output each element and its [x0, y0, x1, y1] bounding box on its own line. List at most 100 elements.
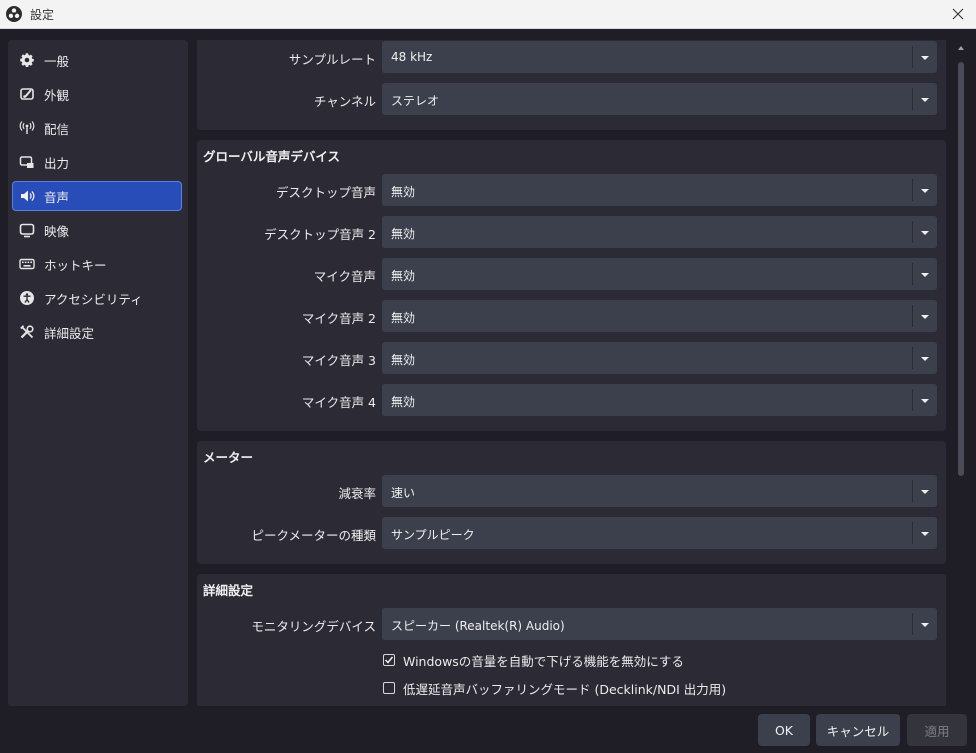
settings-window: 設定 一般 外観 配信 出力 音声 映像 ホットキー アクセシビリティ 詳細設定…: [0, 0, 976, 753]
chevron-down-icon: [921, 231, 929, 235]
sidebar-item-audio[interactable]: 音声: [12, 181, 182, 211]
desktop-audio-label: デスクトップ音声: [275, 185, 376, 200]
decay-rate-label: 減衰率: [338, 486, 376, 501]
sidebar-item-video[interactable]: 映像: [12, 215, 182, 245]
desktop-audio-2-row: デスクトップ音声 2 無効: [197, 216, 946, 248]
keyboard-icon: [18, 255, 36, 273]
chevron-down-icon: [921, 189, 929, 193]
chevron-down-icon: [921, 623, 929, 627]
accessibility-icon: [18, 289, 36, 307]
window-title: 設定: [30, 8, 55, 22]
sidebar-item-output[interactable]: 出力: [12, 147, 182, 177]
tools-icon: [18, 323, 36, 341]
obs-logo-icon: [6, 6, 22, 22]
mic-audio-4-label: マイク音声 4: [301, 395, 376, 410]
output-icon: [18, 153, 36, 171]
chevron-down-icon: [921, 357, 929, 361]
close-window-button[interactable]: [946, 2, 970, 26]
monitoring-device-dropdown[interactable]: スピーカー (Realtek(R) Audio): [382, 608, 937, 640]
mic-audio-3-dropdown[interactable]: 無効: [382, 342, 937, 374]
mic-audio-2-label: マイク音声 2: [301, 311, 376, 326]
sidebar-item-appearance[interactable]: 外観: [12, 79, 182, 109]
settings-sidebar: 一般 外観 配信 出力 音声 映像 ホットキー アクセシビリティ 詳細設定: [8, 40, 188, 706]
low-latency-checkbox-row[interactable]: 低遅延音声バッファリングモード (Decklink/NDI 出力用): [383, 679, 726, 697]
ok-button[interactable]: OK: [758, 714, 810, 746]
mic-audio-3-row: マイク音声 3 無効: [197, 342, 946, 374]
mic-audio-value: 無効: [391, 269, 416, 283]
cancel-button[interactable]: キャンセル: [816, 714, 900, 746]
mic-audio-3-value: 無効: [391, 353, 416, 367]
meters-panel: メーター 減衰率 速い ピークメーターの種類 サンプルピーク: [197, 441, 946, 564]
sidebar-item-hotkeys[interactable]: ホットキー: [12, 249, 182, 279]
low-latency-checkbox[interactable]: [383, 682, 395, 694]
low-latency-label: 低遅延音声バッファリングモード (Decklink/NDI 出力用): [403, 681, 727, 697]
desktop-audio-2-dropdown[interactable]: 無効: [382, 216, 937, 248]
sidebar-item-label: 詳細設定: [44, 325, 95, 341]
chevron-down-icon: [921, 56, 929, 60]
sidebar-item-label: アクセシビリティ: [44, 291, 143, 307]
advanced-panel: 詳細設定 モニタリングデバイス スピーカー (Realtek(R) Audio)…: [197, 574, 946, 706]
mic-audio-4-value: 無効: [391, 395, 416, 409]
sidebar-item-stream[interactable]: 配信: [12, 113, 182, 143]
mic-audio-2-dropdown[interactable]: 無効: [382, 300, 937, 332]
decay-rate-value: 速い: [391, 486, 416, 500]
disable-ducking-checkbox-row[interactable]: Windowsの音量を自動で下げる機能を無効にする: [383, 651, 684, 669]
mic-audio-2-row: マイク音声 2 無効: [197, 300, 946, 332]
mic-audio-4-row: マイク音声 4 無効: [197, 384, 946, 416]
disable-ducking-checkbox[interactable]: [383, 654, 395, 666]
general-audio-panel: サンプルレート 48 kHz チャンネル ステレオ: [197, 40, 946, 130]
monitoring-device-row: モニタリングデバイス スピーカー (Realtek(R) Audio): [197, 608, 946, 640]
mic-audio-3-label: マイク音声 3: [301, 353, 376, 368]
sidebar-item-label: 配信: [44, 121, 70, 137]
chevron-down-icon: [921, 315, 929, 319]
chevron-down-icon: [921, 273, 929, 277]
chevron-down-icon: [921, 98, 929, 102]
monitoring-device-label: モニタリングデバイス: [251, 619, 376, 634]
channels-dropdown[interactable]: ステレオ: [382, 83, 937, 115]
decay-rate-dropdown[interactable]: 速い: [382, 475, 937, 507]
peak-meter-type-row: ピークメーターの種類 サンプルピーク: [197, 517, 946, 549]
meters-title: メーター: [203, 450, 254, 465]
close-icon: [952, 8, 964, 20]
sidebar-item-general[interactable]: 一般: [12, 45, 182, 75]
chevron-down-icon: [921, 399, 929, 403]
mic-audio-dropdown[interactable]: 無効: [382, 258, 937, 290]
sidebar-item-label: 外観: [44, 87, 70, 103]
sidebar-item-label: ホットキー: [44, 257, 107, 273]
sample-rate-dropdown[interactable]: 48 kHz: [382, 41, 937, 73]
mic-audio-label: マイク音声: [313, 269, 376, 284]
monitor-icon: [18, 221, 36, 239]
scroll-up-arrow-icon[interactable]: [957, 44, 965, 52]
advanced-title: 詳細設定: [203, 583, 254, 598]
appearance-icon: [18, 85, 36, 103]
scrollbar-thumb[interactable]: [958, 62, 964, 476]
sample-rate-value: 48 kHz: [391, 50, 433, 64]
peak-meter-type-label: ピークメーターの種類: [251, 528, 376, 543]
mic-audio-4-dropdown[interactable]: 無効: [382, 384, 937, 416]
gear-icon: [18, 51, 36, 69]
decay-rate-row: 減衰率 速い: [197, 475, 946, 507]
disable-ducking-label: Windowsの音量を自動で下げる機能を無効にする: [403, 653, 684, 669]
content-scrollbar[interactable]: [955, 40, 967, 706]
sidebar-item-advanced[interactable]: 詳細設定: [12, 317, 182, 347]
peak-meter-type-value: サンプルピーク: [391, 528, 475, 542]
sidebar-item-label: 出力: [44, 155, 70, 171]
sample-rate-label: サンプルレート: [288, 52, 376, 67]
desktop-audio-dropdown[interactable]: 無効: [382, 174, 937, 206]
peak-meter-type-dropdown[interactable]: サンプルピーク: [382, 517, 937, 549]
channels-value: ステレオ: [391, 94, 440, 108]
broadcast-icon: [18, 119, 36, 137]
desktop-audio-2-label: デスクトップ音声 2: [264, 227, 376, 242]
desktop-audio-row: デスクトップ音声 無効: [197, 174, 946, 206]
sidebar-item-label: 映像: [44, 223, 70, 239]
chevron-down-icon: [921, 490, 929, 494]
sidebar-item-accessibility[interactable]: アクセシビリティ: [12, 283, 182, 313]
speaker-icon: [18, 187, 36, 205]
global-audio-devices-title: グローバル音声デバイス: [203, 149, 341, 164]
desktop-audio-value: 無効: [391, 185, 416, 199]
desktop-audio-2-value: 無効: [391, 227, 416, 241]
global-audio-devices-panel: グローバル音声デバイス デスクトップ音声 無効 デスクトップ音声 2 無効 マイ: [197, 140, 946, 431]
channels-label: チャンネル: [313, 94, 376, 109]
mic-audio-row: マイク音声 無効: [197, 258, 946, 290]
apply-button[interactable]: 適用: [907, 714, 967, 746]
